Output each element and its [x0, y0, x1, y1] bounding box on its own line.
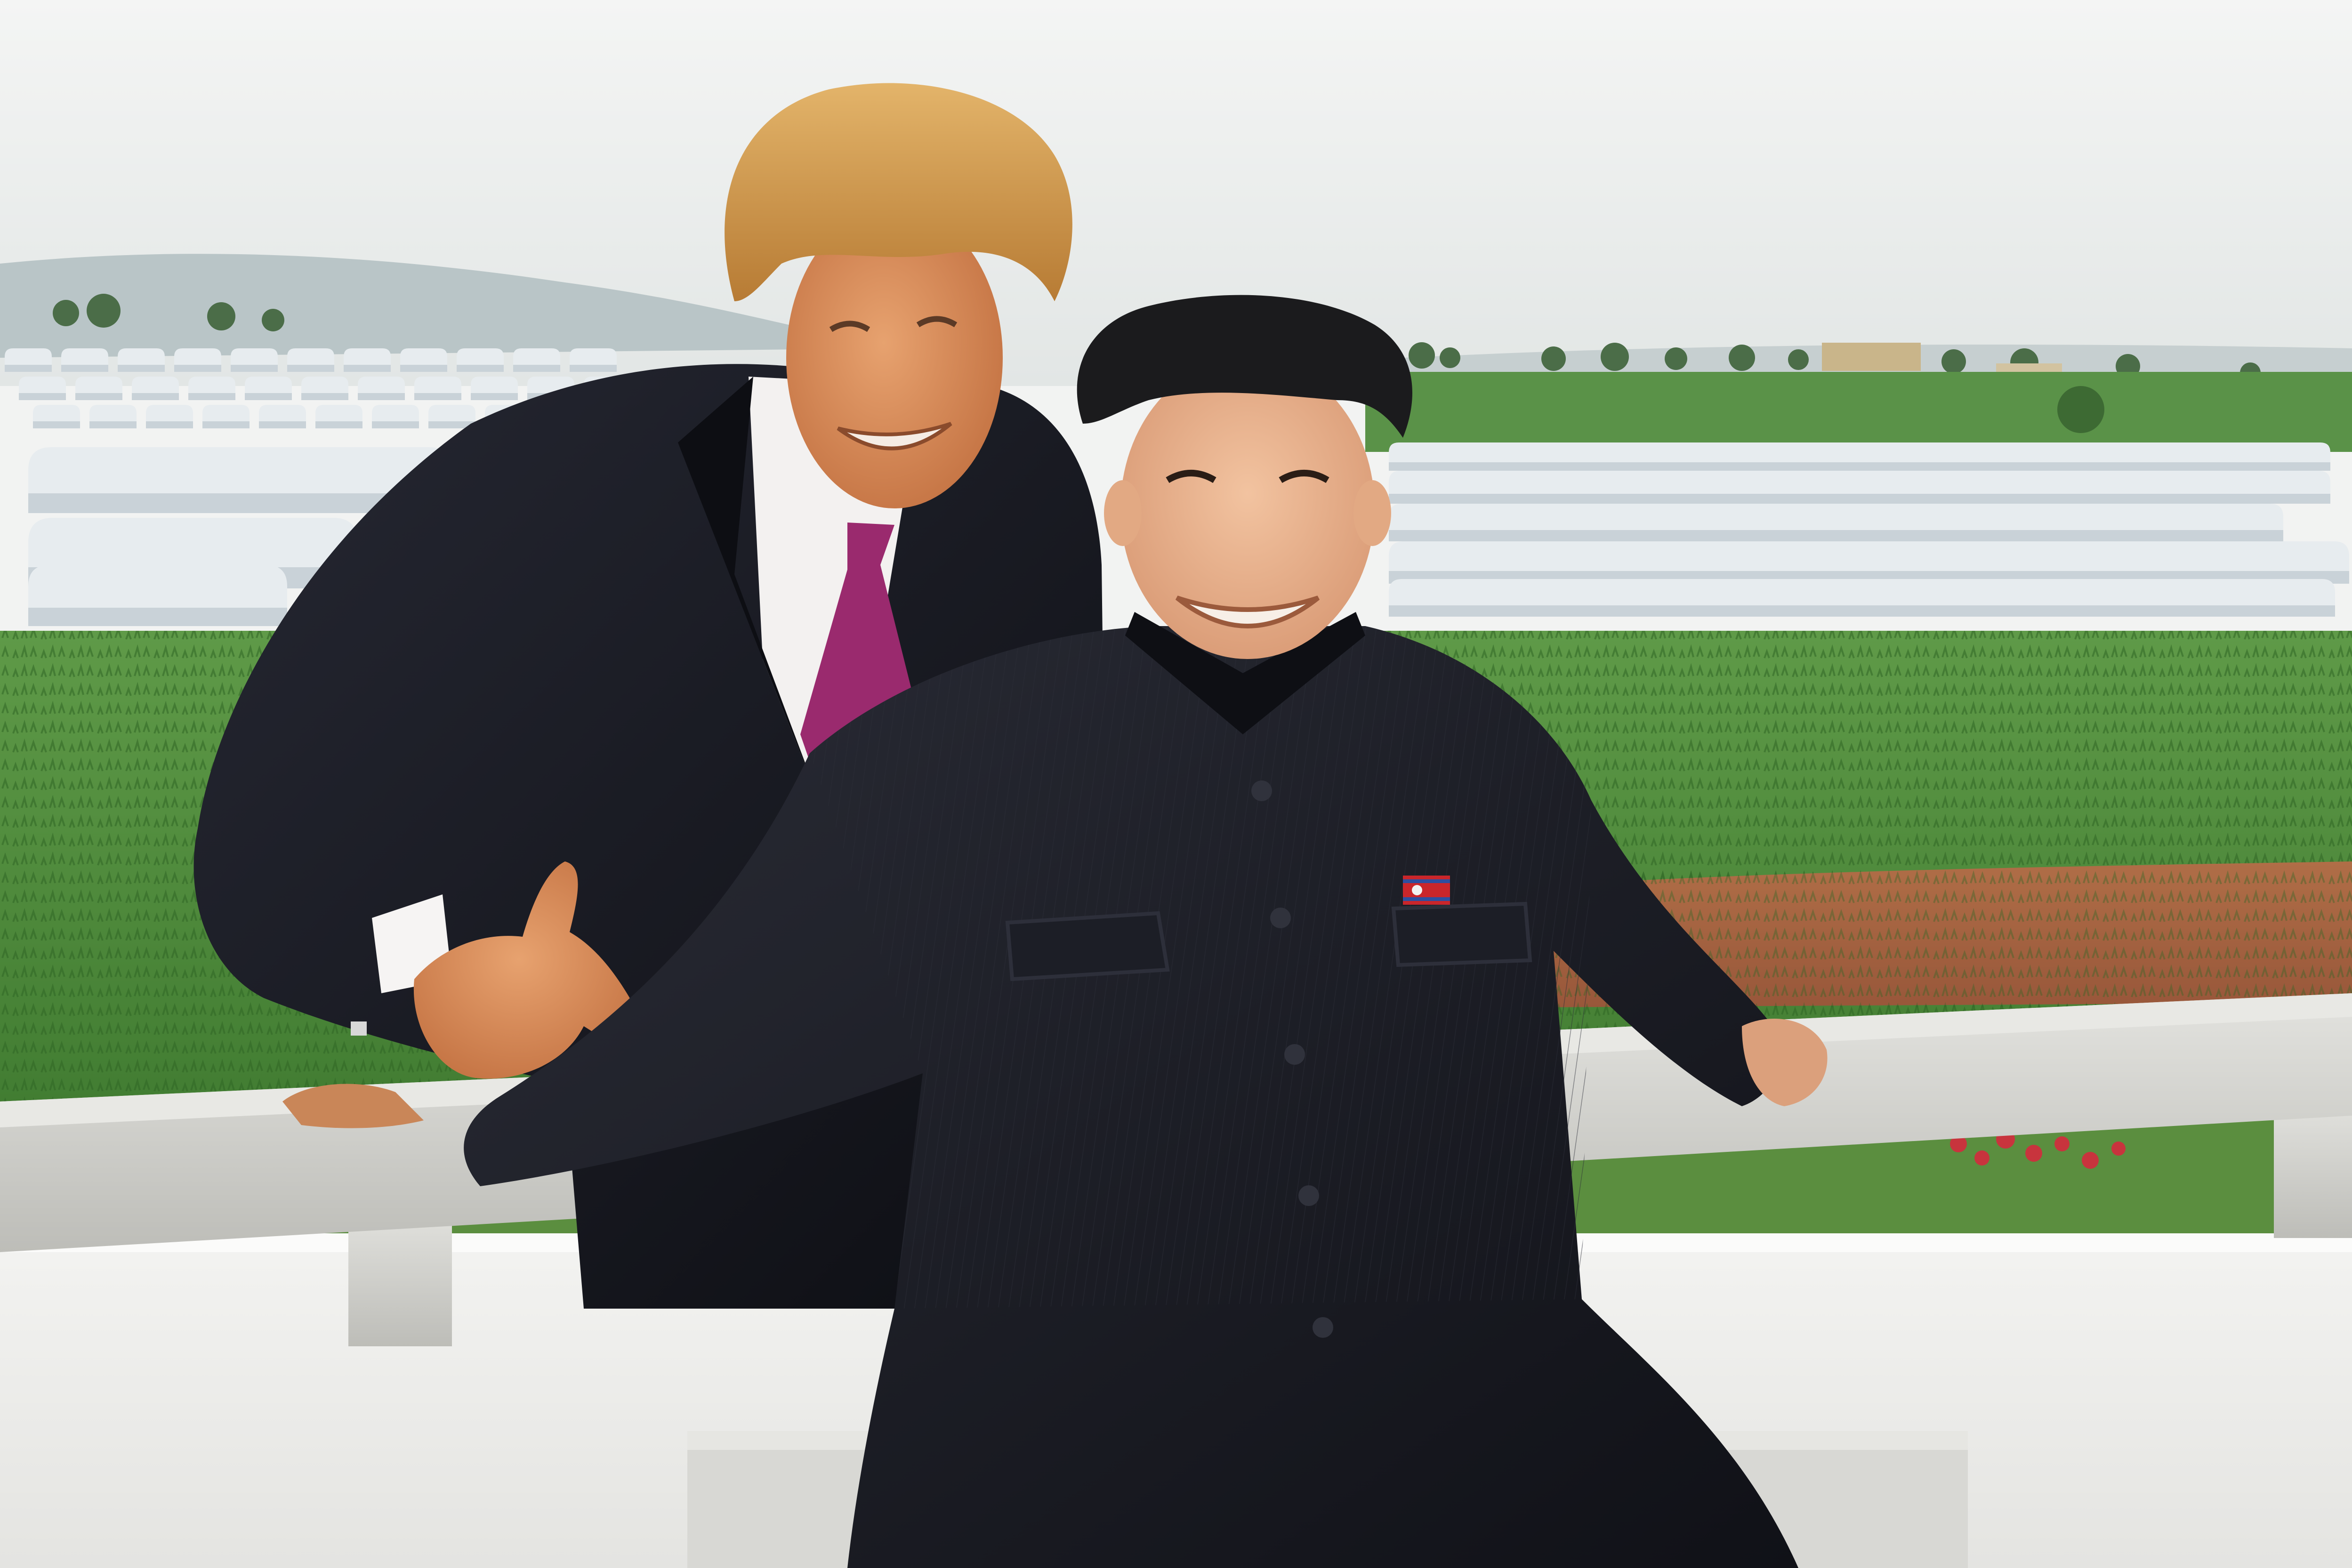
greenhouses-right: [1389, 442, 2349, 617]
greenhouse-tunnel: [1389, 541, 2349, 584]
greenhouse-dome: [174, 348, 221, 372]
greenhouse-dome: [259, 405, 306, 428]
greenhouse-dome: [457, 348, 504, 372]
greenhouse-dome: [471, 377, 518, 400]
greenhouse-dome: [245, 377, 292, 400]
pocket-right: [1391, 901, 1532, 967]
greenhouse-dome: [89, 405, 137, 428]
greenhouse-dome: [400, 348, 447, 372]
ear-right-front: [1353, 480, 1391, 546]
photo-scene: [0, 0, 2352, 1568]
greenhouse-dome: [75, 377, 122, 400]
flag-pin-icon: [1403, 876, 1450, 905]
greenhouse-dome: [19, 377, 66, 400]
greenhouse-dome: [301, 377, 348, 400]
greenhouse-dome: [33, 405, 80, 428]
greenhouse-dome: [287, 348, 334, 372]
greenhouse-dome: [315, 405, 362, 428]
greenhouse-dome: [428, 405, 475, 428]
greenhouse-tunnel: [1676, 579, 2335, 617]
pocket-left: [1005, 911, 1170, 981]
greenhouse-tunnel: [1389, 504, 2283, 541]
greenhouse-dome: [414, 377, 461, 400]
ear-left-front: [1104, 480, 1142, 546]
suit-stripes: [810, 626, 1591, 1309]
greenhouse-dome: [118, 348, 165, 372]
greenhouse-dome: [202, 405, 250, 428]
greenhouse-dome: [372, 405, 419, 428]
greenhouse-dome: [5, 348, 52, 372]
greenhouse-dome: [146, 405, 193, 428]
scene-canvas: [0, 0, 2352, 1568]
greenhouse-tunnel: [1389, 442, 2330, 471]
greenhouse-dome: [61, 348, 108, 372]
greenhouse-dome: [570, 348, 617, 372]
greenhouse-dome: [344, 348, 391, 372]
greenhouse-dome: [188, 377, 235, 400]
greenhouse-dome: [132, 377, 179, 400]
cufflink: [351, 1021, 367, 1036]
greenhouse-tunnel: [1389, 471, 2330, 504]
greenhouse-tunnel: [28, 565, 287, 626]
greenhouse-dome: [358, 377, 405, 400]
greenhouse-dome: [231, 348, 278, 372]
greenhouse-dome: [513, 348, 560, 372]
